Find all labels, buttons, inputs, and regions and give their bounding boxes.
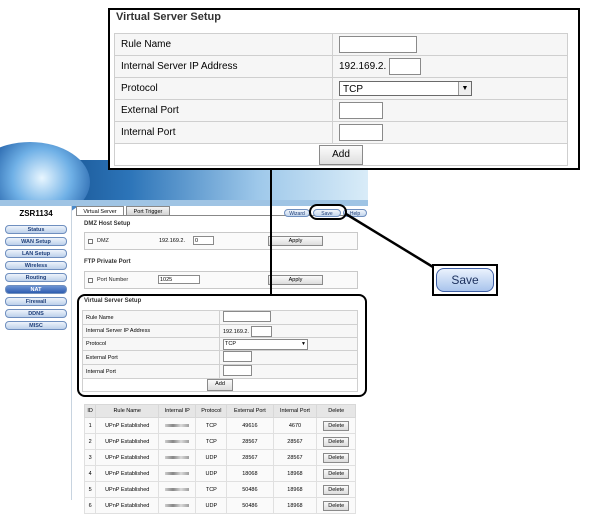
save-callout-button[interactable]: Save xyxy=(436,268,494,292)
save-pointer-line xyxy=(345,212,434,269)
redacted-ip xyxy=(165,503,190,507)
delete-button[interactable]: Delete xyxy=(323,500,350,511)
